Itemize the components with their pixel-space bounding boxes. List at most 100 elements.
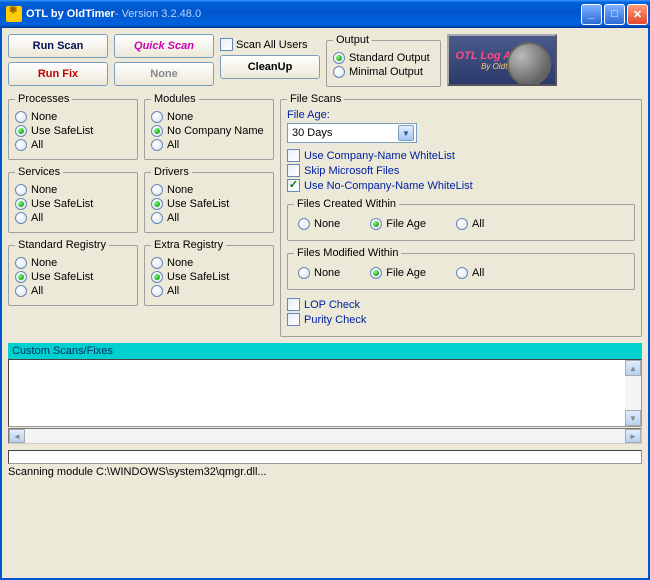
- company-whitelist-checkbox[interactable]: [287, 149, 300, 162]
- title-bar: OTL by OldTimer - Version 3.2.48.0 _ □ ✕: [0, 0, 650, 28]
- scan-all-users-checkbox[interactable]: [220, 38, 233, 51]
- processes-safelist-label: Use SafeList: [31, 125, 93, 137]
- created-none-radio[interactable]: [298, 218, 310, 230]
- filescans-legend: File Scans: [287, 93, 344, 105]
- extrareg-none-label: None: [167, 257, 193, 269]
- services-safelist-radio[interactable]: [15, 198, 27, 210]
- app-icon: [6, 6, 22, 22]
- modified-fileage-radio[interactable]: [370, 267, 382, 279]
- modules-nocompany-radio[interactable]: [151, 125, 163, 137]
- vertical-scrollbar[interactable]: ▲ ▼: [625, 360, 641, 426]
- stdreg-none-radio[interactable]: [15, 257, 27, 269]
- run-scan-button[interactable]: Run Scan: [8, 34, 108, 58]
- extrareg-group: Extra Registry None Use SafeList All: [144, 239, 274, 306]
- logo-image: OTL Log Analysis By Oldtimer: [447, 34, 557, 86]
- services-all-label: All: [31, 212, 43, 224]
- drivers-safelist-label: Use SafeList: [167, 198, 229, 210]
- scroll-up-icon[interactable]: ▲: [625, 360, 641, 376]
- filescans-group: File Scans File Age: 30 Days ▼ Use Compa…: [280, 93, 642, 337]
- services-none-radio[interactable]: [15, 184, 27, 196]
- hscroll-track[interactable]: [25, 429, 625, 443]
- scroll-track[interactable]: [625, 376, 641, 410]
- minimize-button[interactable]: _: [581, 4, 602, 25]
- standard-output-radio[interactable]: [333, 52, 345, 64]
- file-age-select[interactable]: 30 Days ▼: [287, 123, 417, 143]
- modified-none-radio[interactable]: [298, 267, 310, 279]
- scroll-down-icon[interactable]: ▼: [625, 410, 641, 426]
- modules-none-radio[interactable]: [151, 111, 163, 123]
- stdreg-all-radio[interactable]: [15, 285, 27, 297]
- client-area: Run Scan Run Fix Quick Scan None Scan Al…: [0, 28, 650, 580]
- files-created-group: Files Created Within None File Age All: [287, 198, 635, 241]
- processes-all-radio[interactable]: [15, 139, 27, 151]
- modules-none-label: None: [167, 111, 193, 123]
- created-all-label: All: [472, 218, 484, 230]
- drivers-all-radio[interactable]: [151, 212, 163, 224]
- services-group: Services None Use SafeList All: [8, 166, 138, 233]
- modified-fileage-label: File Age: [386, 267, 426, 279]
- horizontal-scrollbar[interactable]: ◄ ►: [8, 428, 642, 444]
- extrareg-safelist-radio[interactable]: [151, 271, 163, 283]
- run-fix-button[interactable]: Run Fix: [8, 62, 108, 86]
- minimal-output-radio[interactable]: [333, 66, 345, 78]
- processes-none-label: None: [31, 111, 57, 123]
- created-fileage-radio[interactable]: [370, 218, 382, 230]
- processes-safelist-radio[interactable]: [15, 125, 27, 137]
- none-button[interactable]: None: [114, 62, 214, 86]
- created-none-label: None: [314, 218, 340, 230]
- lop-label: LOP Check: [304, 299, 360, 311]
- progress-bar: [8, 450, 642, 464]
- purity-checkbox[interactable]: [287, 313, 300, 326]
- quick-scan-button[interactable]: Quick Scan: [114, 34, 214, 58]
- drivers-legend: Drivers: [151, 166, 192, 178]
- modified-all-radio[interactable]: [456, 267, 468, 279]
- modified-none-label: None: [314, 267, 340, 279]
- minimal-output-label: Minimal Output: [349, 66, 423, 78]
- modules-all-label: All: [167, 139, 179, 151]
- stdreg-all-label: All: [31, 285, 43, 297]
- services-all-radio[interactable]: [15, 212, 27, 224]
- custom-scans-textarea[interactable]: ▲ ▼: [8, 359, 642, 427]
- modules-legend: Modules: [151, 93, 199, 105]
- drivers-none-radio[interactable]: [151, 184, 163, 196]
- services-safelist-label: Use SafeList: [31, 198, 93, 210]
- modified-all-label: All: [472, 267, 484, 279]
- skip-ms-label: Skip Microsoft Files: [304, 165, 399, 177]
- nocompany-whitelist-label: Use No-Company-Name WhiteList: [304, 180, 473, 192]
- stdreg-none-label: None: [31, 257, 57, 269]
- maximize-button[interactable]: □: [604, 4, 625, 25]
- scan-all-users-label: Scan All Users: [236, 39, 308, 51]
- scroll-left-icon[interactable]: ◄: [9, 429, 25, 443]
- modules-nocompany-label: No Company Name: [167, 125, 264, 137]
- lop-checkbox[interactable]: [287, 298, 300, 311]
- close-button[interactable]: ✕: [627, 4, 648, 25]
- drivers-all-label: All: [167, 212, 179, 224]
- app-title: OTL by OldTimer: [26, 8, 115, 20]
- scroll-right-icon[interactable]: ►: [625, 429, 641, 443]
- extrareg-all-radio[interactable]: [151, 285, 163, 297]
- nocompany-whitelist-checkbox[interactable]: [287, 179, 300, 192]
- extrareg-all-label: All: [167, 285, 179, 297]
- processes-legend: Processes: [15, 93, 72, 105]
- processes-all-label: All: [31, 139, 43, 151]
- file-age-label: File Age:: [287, 109, 635, 121]
- skip-ms-checkbox[interactable]: [287, 164, 300, 177]
- output-legend: Output: [333, 34, 372, 46]
- purity-label: Purity Check: [304, 314, 366, 326]
- cleanup-button[interactable]: CleanUp: [220, 55, 320, 79]
- stdreg-group: Standard Registry None Use SafeList All: [8, 239, 138, 306]
- chevron-down-icon: ▼: [398, 125, 414, 141]
- modules-all-radio[interactable]: [151, 139, 163, 151]
- logo-line2: By Oldtimer: [481, 62, 523, 71]
- modules-group: Modules None No Company Name All: [144, 93, 274, 160]
- drivers-group: Drivers None Use SafeList All: [144, 166, 274, 233]
- drivers-none-label: None: [167, 184, 193, 196]
- company-whitelist-label: Use Company-Name WhiteList: [304, 150, 455, 162]
- file-age-value: 30 Days: [292, 127, 332, 139]
- created-all-radio[interactable]: [456, 218, 468, 230]
- stdreg-safelist-radio[interactable]: [15, 271, 27, 283]
- processes-none-radio[interactable]: [15, 111, 27, 123]
- drivers-safelist-radio[interactable]: [151, 198, 163, 210]
- extrareg-none-radio[interactable]: [151, 257, 163, 269]
- files-created-legend: Files Created Within: [294, 198, 399, 210]
